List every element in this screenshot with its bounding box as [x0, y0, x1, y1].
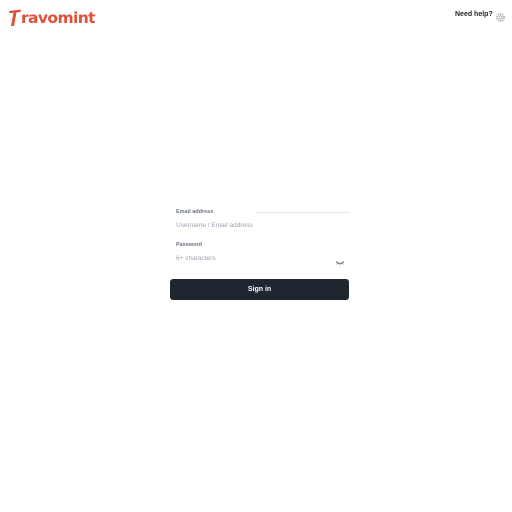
email-field[interactable]: [170, 217, 354, 233]
email-label: Email address: [176, 209, 214, 215]
sign-in-button[interactable]: Sign in: [170, 279, 349, 300]
header: ravomint Need help?: [0, 0, 512, 32]
travomint-logo[interactable]: ravomint: [9, 5, 96, 27]
logo-text: ravomint: [21, 9, 96, 27]
divider: [256, 212, 350, 213]
password-label: Password: [176, 242, 202, 248]
eye-closed-icon[interactable]: [335, 253, 345, 266]
gear-icon[interactable]: [495, 10, 506, 22]
need-help-link[interactable]: Need help?: [455, 11, 493, 18]
password-field[interactable]: [170, 250, 336, 266]
